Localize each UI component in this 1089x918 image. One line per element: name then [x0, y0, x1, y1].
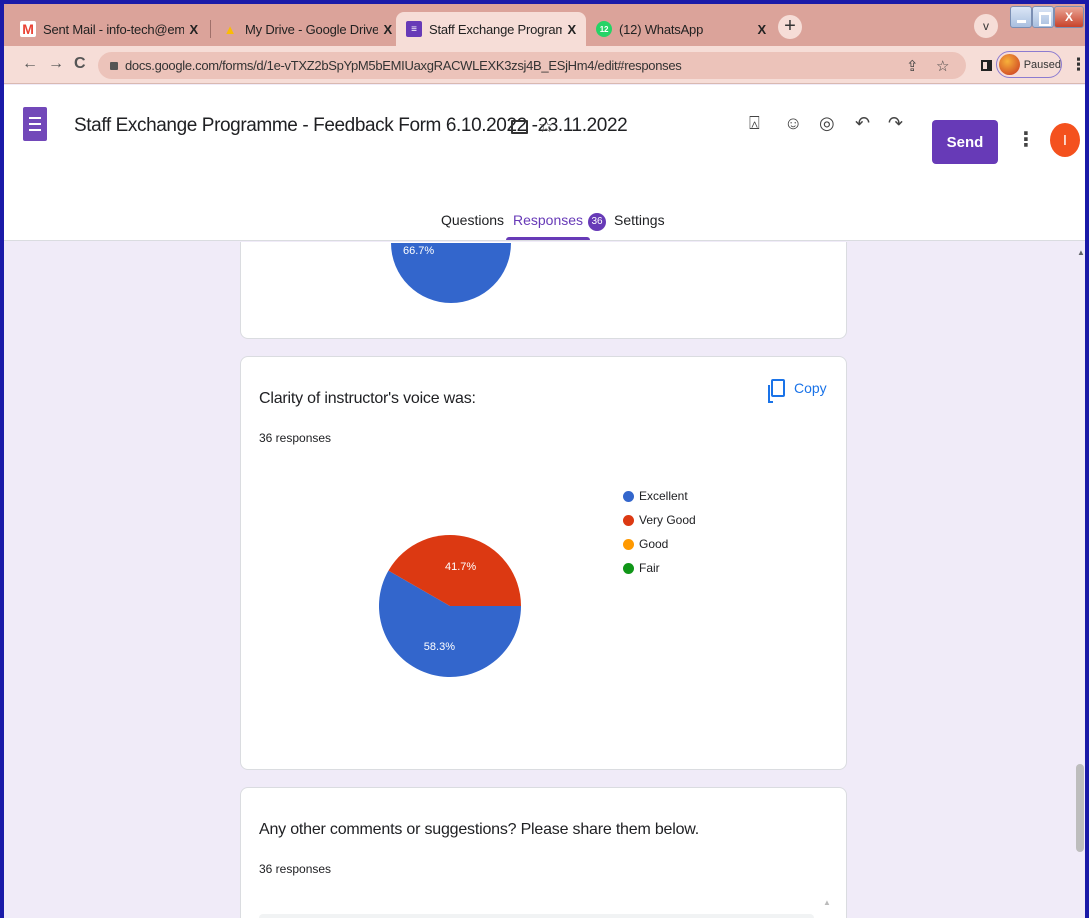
pie-slice-label: 58.3% — [424, 641, 455, 653]
response-card-previous: 66.7% — [240, 242, 847, 339]
preview-eye-icon[interactable]: ◎ — [819, 113, 835, 134]
legend-item[interactable]: Very Good — [623, 511, 696, 529]
browser-toolbar: ← → C docs.google.com/forms/d/1e-vTXZ2bS… — [4, 46, 1085, 84]
more-vert-icon[interactable]: ⋮ — [1016, 127, 1036, 152]
palette-icon[interactable]: ☺ — [784, 113, 802, 134]
tab-search-button[interactable]: v — [974, 14, 998, 38]
response-card-clarity: Clarity of instructor's voice was: 36 re… — [240, 356, 847, 770]
copy-label: Copy — [794, 380, 827, 396]
legend-item[interactable]: Good — [623, 535, 696, 553]
share-icon[interactable]: ⇪ — [906, 57, 919, 75]
minimize-button[interactable] — [1010, 6, 1032, 28]
legend-swatch — [623, 538, 634, 550]
gmail-icon: M — [20, 21, 36, 37]
account-avatar[interactable]: I — [1050, 123, 1080, 157]
url-text: docs.google.com/forms/d/1e-vTXZ2bSpYpM5b… — [125, 58, 682, 73]
tab-whatsapp[interactable]: 12 (12) WhatsApp X — [586, 12, 776, 46]
question-title: Clarity of instructor's voice was: — [259, 390, 476, 407]
folder-icon[interactable] — [511, 120, 528, 134]
undo-icon[interactable]: ↶ — [855, 113, 870, 134]
legend-item[interactable]: Excellent — [623, 487, 696, 505]
previous-pie-label: 66.7% — [403, 245, 434, 257]
tab-settings[interactable]: Settings — [614, 212, 665, 228]
form-tabs: Questions Responses 36 Settings — [4, 206, 1085, 242]
back-arrow-icon[interactable]: ← — [22, 55, 38, 73]
active-tab-indicator — [506, 237, 590, 240]
forward-arrow-icon[interactable]: → — [48, 55, 64, 73]
response-card-comments: Any other comments or suggestions? Pleas… — [240, 787, 847, 918]
legend-label: Very Good — [639, 513, 696, 527]
legend-label: Fair — [639, 561, 660, 575]
previous-pie-chart: 66.7% — [391, 243, 511, 303]
legend-label: Excellent — [639, 489, 688, 503]
legend-swatch — [623, 490, 634, 502]
close-icon[interactable]: X — [758, 22, 767, 37]
address-bar[interactable]: docs.google.com/forms/d/1e-vTXZ2bSpYpM5b… — [98, 52, 966, 79]
google-drive-icon: ▲ — [223, 21, 237, 37]
text-response-list[interactable] — [259, 914, 814, 918]
tab-google-drive[interactable]: ▲ My Drive - Google Drive X — [212, 12, 402, 46]
tab-responses-label: Responses — [513, 212, 584, 228]
responses-content[interactable]: 66.7% Clarity of instructor's voice was:… — [4, 242, 1085, 918]
tab-title: Sent Mail - info-tech@emgywom — [43, 21, 184, 37]
side-panel-icon[interactable] — [981, 60, 992, 71]
copy-icon — [768, 379, 785, 403]
forms-header: Staff Exchange Programme - Feedback Form… — [4, 85, 1085, 241]
browser-menu-icon[interactable]: ⋮ — [1070, 55, 1085, 75]
response-count: 36 responses — [259, 431, 332, 445]
tab-title: My Drive - Google Drive — [245, 21, 378, 37]
profile-button[interactable]: Paused — [996, 51, 1062, 78]
bookmark-star-icon[interactable]: ☆ — [936, 57, 949, 75]
tab-gmail[interactable]: M Sent Mail - info-tech@emgywom X — [10, 12, 208, 46]
reload-icon[interactable]: C — [74, 55, 86, 73]
page-scrollbar[interactable] — [1076, 764, 1084, 852]
star-icon[interactable]: ☆ — [538, 116, 554, 137]
legend-swatch — [623, 562, 634, 574]
google-forms-logo-icon[interactable] — [23, 107, 47, 141]
browser-window: M Sent Mail - info-tech@emgywom X ▲ My D… — [4, 4, 1085, 918]
tab-divider — [210, 20, 211, 38]
profile-status: Paused — [1023, 58, 1061, 71]
send-button[interactable]: Send — [932, 120, 998, 164]
pie-slice-label: 41.7% — [445, 561, 476, 573]
addon-puzzle-icon[interactable]: ⍓ — [749, 113, 760, 134]
lock-icon — [110, 61, 118, 70]
inner-scroll-up-icon[interactable]: ▲ — [823, 898, 831, 907]
redo-icon[interactable]: ↷ — [888, 113, 903, 134]
maximize-button[interactable] — [1032, 6, 1054, 28]
close-icon[interactable]: X — [384, 22, 393, 37]
google-forms-icon: ≡ — [406, 21, 422, 37]
tab-strip: M Sent Mail - info-tech@emgywom X ▲ My D… — [4, 4, 1085, 46]
tab-title: (12) WhatsApp — [619, 21, 704, 37]
close-icon[interactable]: X — [190, 22, 199, 37]
tab-responses[interactable]: Responses 36 — [513, 212, 607, 231]
tab-google-forms[interactable]: ≡ Staff Exchange Programme - Fee X — [396, 12, 586, 46]
whatsapp-icon: 12 — [596, 21, 612, 37]
legend-item[interactable]: Fair — [623, 559, 696, 577]
responses-count-badge: 36 — [588, 213, 607, 231]
chart-legend: Excellent Very Good Good Fair — [623, 487, 696, 583]
response-count: 36 responses — [259, 862, 332, 876]
window-close-button[interactable]: X — [1054, 6, 1084, 28]
tab-questions[interactable]: Questions — [441, 212, 504, 228]
profile-avatar — [999, 54, 1020, 75]
close-icon[interactable]: X — [568, 22, 577, 37]
scroll-up-icon[interactable]: ▲ — [1077, 248, 1085, 257]
legend-label: Good — [639, 537, 669, 551]
copy-chart-button[interactable]: Copy — [768, 379, 827, 403]
new-tab-button[interactable]: + — [778, 15, 802, 39]
question-title: Any other comments or suggestions? Pleas… — [259, 821, 699, 838]
clarity-pie-chart: 58.3% 41.7% — [379, 535, 521, 677]
legend-swatch — [623, 514, 634, 526]
tab-title: Staff Exchange Programme - Fee — [429, 21, 562, 37]
